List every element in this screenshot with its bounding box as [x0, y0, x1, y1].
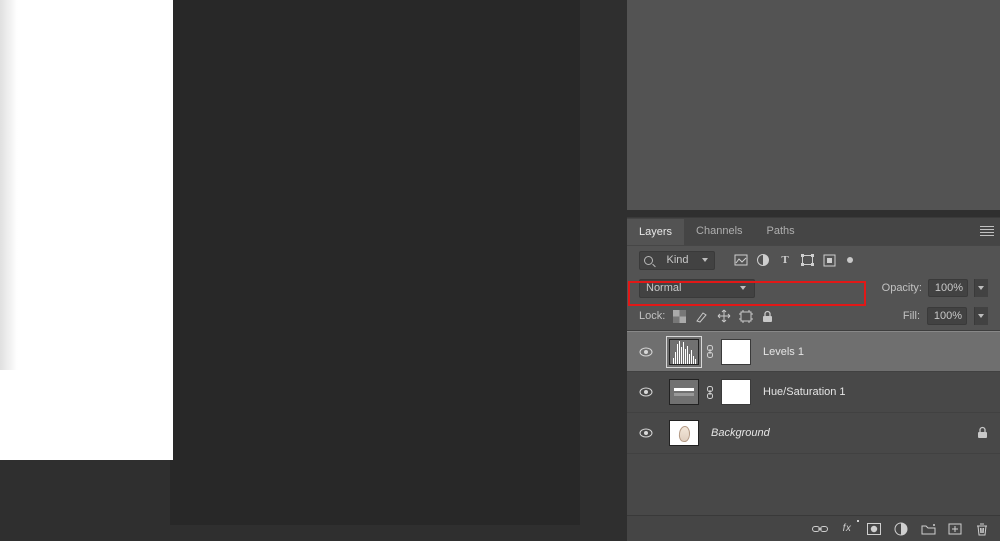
layer-thumb-huesat[interactable] [669, 379, 699, 405]
fx-icon[interactable]: fx [839, 521, 855, 536]
blend-mode-value: Normal [646, 282, 681, 294]
blend-row: Normal Opacity: 100% [627, 274, 1000, 302]
lock-row: Lock: Fill: 100% [627, 302, 1000, 330]
group-icon[interactable] [920, 521, 936, 536]
fill-label[interactable]: Fill: [903, 310, 920, 322]
opacity-value: 100% [935, 282, 963, 294]
lock-label: Lock: [639, 310, 665, 322]
filter-pixel-icon[interactable] [733, 253, 749, 268]
layer-mask-thumb[interactable] [721, 339, 751, 365]
filter-type-icon[interactable]: T [777, 253, 793, 268]
filter-shape-icon[interactable] [799, 253, 815, 268]
layer-thumb-background[interactable] [669, 420, 699, 446]
lock-pixels-icon[interactable] [694, 309, 709, 323]
canvas-area [0, 0, 580, 525]
link-icon[interactable] [705, 345, 715, 358]
new-layer-icon[interactable] [947, 521, 963, 536]
layer-thumb-levels[interactable] [669, 339, 699, 365]
layers-bottom-bar: fx [627, 515, 1000, 541]
chevron-down-icon [740, 285, 748, 291]
blend-mode-select[interactable]: Normal [639, 279, 755, 298]
layer-name[interactable]: Levels 1 [763, 346, 804, 358]
filter-kind-select[interactable]: Kind [639, 251, 715, 270]
lock-artboard-icon[interactable] [738, 309, 753, 323]
layer-row[interactable]: Hue/Saturation 1 [627, 372, 1000, 413]
panel-menu-icon[interactable] [980, 226, 994, 237]
chevron-down-icon [702, 257, 710, 263]
layer-mask-icon[interactable] [866, 521, 882, 536]
fill-input[interactable]: 100% [927, 307, 967, 325]
layers-panel: Layers Channels Paths Kind T Normal [627, 217, 1000, 541]
sketch-edge [0, 0, 22, 370]
link-layers-icon[interactable] [812, 521, 828, 536]
canvas-document[interactable] [0, 0, 173, 460]
trash-icon[interactable] [974, 521, 990, 536]
tab-paths[interactable]: Paths [755, 219, 807, 244]
fill-chevron[interactable] [974, 307, 988, 325]
lock-icon[interactable] [977, 426, 988, 439]
filter-adjustment-icon[interactable] [755, 253, 771, 268]
visibility-icon[interactable] [639, 345, 653, 359]
filter-kind-label: Kind [666, 254, 688, 266]
layer-name[interactable]: Background [711, 427, 770, 439]
opacity-input[interactable]: 100% [928, 279, 968, 297]
histogram-icon [670, 340, 698, 364]
layer-list[interactable]: Levels 1 Hue/Saturation 1 Background [627, 330, 1000, 515]
lock-all-icon[interactable] [760, 309, 775, 323]
adjustments-panel [627, 0, 1000, 210]
adjustment-layer-icon[interactable] [893, 521, 909, 536]
filter-toggle-icon[interactable] [847, 257, 853, 263]
lock-transparent-icon[interactable] [672, 309, 687, 323]
layer-mask-thumb[interactable] [721, 379, 751, 405]
layer-filter-row: Kind T [627, 245, 1000, 274]
tab-layers[interactable]: Layers [627, 219, 684, 245]
filter-smart-icon[interactable] [821, 253, 837, 268]
layer-row[interactable]: Levels 1 [627, 331, 1000, 372]
canvas-pasteboard [170, 0, 580, 525]
visibility-icon[interactable] [639, 426, 653, 440]
layer-name[interactable]: Hue/Saturation 1 [763, 386, 846, 398]
search-icon [644, 256, 653, 265]
opacity-chevron[interactable] [974, 279, 988, 297]
link-icon[interactable] [705, 386, 715, 399]
opacity-label[interactable]: Opacity: [882, 282, 922, 294]
panel-tabs: Layers Channels Paths [627, 217, 1000, 245]
lock-position-icon[interactable] [716, 309, 731, 323]
tab-channels[interactable]: Channels [684, 219, 754, 244]
layer-row[interactable]: Background [627, 413, 1000, 454]
visibility-icon[interactable] [639, 385, 653, 399]
fill-value: 100% [934, 310, 962, 322]
